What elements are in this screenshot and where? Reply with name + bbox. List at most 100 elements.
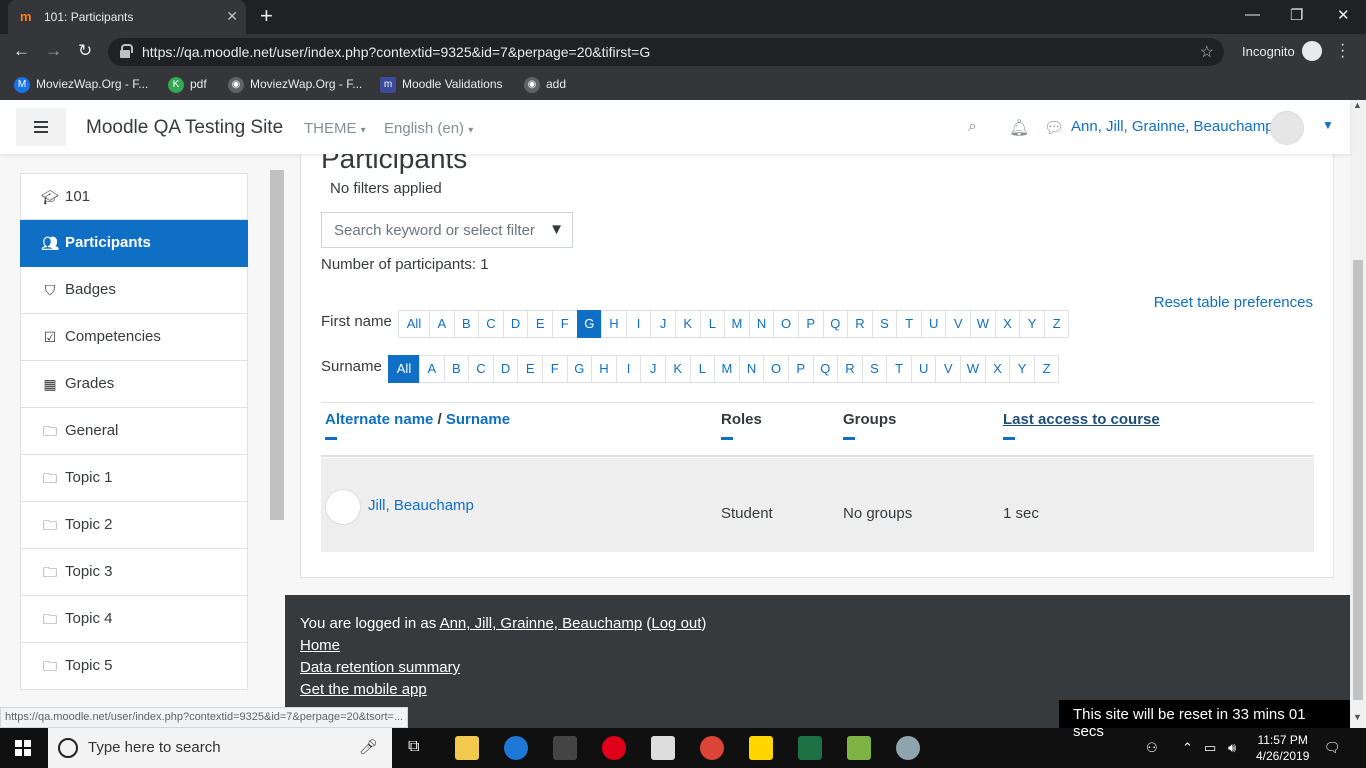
mobile-app-link[interactable]: Get the mobile app xyxy=(300,681,427,698)
search-icon[interactable]: ⌕ xyxy=(968,118,977,136)
drawer-toggle-button[interactable] xyxy=(16,108,66,146)
home-link[interactable]: Home xyxy=(300,637,340,654)
first-name-initial-v[interactable]: V xyxy=(945,310,972,338)
surname-initial-t[interactable]: T xyxy=(886,355,912,383)
theme-menu[interactable]: THEME ▾ xyxy=(304,120,366,137)
chart-app-icon[interactable] xyxy=(847,736,871,760)
new-tab-icon[interactable]: + xyxy=(260,5,273,27)
battery-icon[interactable]: ▭ xyxy=(1204,740,1216,756)
user-menu-caret-icon[interactable]: ▼ xyxy=(1322,118,1334,132)
filter-search-input[interactable]: Search keyword or select filter ▼ xyxy=(321,212,573,248)
drawer-item-participants[interactable]: 👥︎ Participants xyxy=(20,220,248,267)
first-name-initial-j[interactable]: J xyxy=(650,310,676,338)
bell-icon[interactable]: 🔔︎ xyxy=(1009,118,1029,138)
page-scrollbar[interactable]: ▲ ▼ xyxy=(1350,100,1366,728)
drawer-item-course[interactable]: 🎓︎ 101 xyxy=(20,173,248,220)
bookmark-item[interactable]: M MoviezWap.Org - F... xyxy=(14,77,148,93)
collapse-column-icon[interactable] xyxy=(843,437,855,440)
collapse-column-icon[interactable] xyxy=(1003,437,1015,440)
surname-initial-b[interactable]: B xyxy=(443,355,470,383)
surname-initial-i[interactable]: I xyxy=(615,355,642,383)
avatar[interactable] xyxy=(1270,111,1304,145)
first-name-initial-p[interactable]: P xyxy=(797,310,824,338)
surname-initial-u[interactable]: U xyxy=(910,355,937,383)
browser-menu-icon[interactable]: · · · xyxy=(1340,37,1345,65)
first-name-initial-e[interactable]: E xyxy=(527,310,553,338)
drawer-item-grades[interactable]: ▦ Grades xyxy=(20,361,248,408)
first-name-initial-a[interactable]: A xyxy=(429,310,455,338)
people-icon[interactable]: ⚇ xyxy=(1146,740,1158,756)
windows-start-icon[interactable] xyxy=(15,740,31,756)
mail-icon[interactable] xyxy=(651,736,675,760)
first-name-initial-g[interactable]: G xyxy=(576,310,603,338)
first-name-initial-z[interactable]: Z xyxy=(1043,310,1070,338)
store-icon[interactable] xyxy=(553,736,577,760)
edge-icon[interactable] xyxy=(504,736,528,760)
language-menu[interactable]: English (en) ▾ xyxy=(384,120,473,137)
first-name-initial-t[interactable]: T xyxy=(896,310,922,338)
forward-icon[interactable]: → xyxy=(45,41,62,61)
collapse-column-icon[interactable] xyxy=(721,437,733,440)
surname-initial-v[interactable]: V xyxy=(935,355,962,383)
surname-initial-m[interactable]: M xyxy=(714,355,740,383)
surname-initial-w[interactable]: W xyxy=(960,355,986,383)
dropdown-arrow-icon[interactable]: ▼ xyxy=(549,221,564,238)
excel-icon[interactable] xyxy=(798,736,822,760)
minimize-icon[interactable]: — xyxy=(1245,6,1260,23)
sticky-notes-icon[interactable] xyxy=(749,736,773,760)
surname-initial-y[interactable]: Y xyxy=(1009,355,1035,383)
drawer-item-badges[interactable]: ⛉ Badges xyxy=(20,267,248,314)
taskbar-clock[interactable]: 11:57 PM 4/26/2019 xyxy=(1256,732,1309,764)
surname-initial-f[interactable]: F xyxy=(541,355,568,383)
bookmark-star-icon[interactable]: ☆ xyxy=(1200,42,1214,62)
bookmark-item[interactable]: Kpdf xyxy=(168,77,207,93)
scroll-up-icon[interactable]: ▲ xyxy=(1353,100,1362,110)
first-name-initial-l[interactable]: L xyxy=(699,310,726,338)
surname-initial-n[interactable]: N xyxy=(738,355,765,383)
participant-name-link[interactable]: Jill, Beauchamp xyxy=(368,497,474,514)
surname-initial-q[interactable]: Q xyxy=(812,355,839,383)
tray-chevron-icon[interactable]: ⌃ xyxy=(1182,740,1193,756)
first-name-initial-c[interactable]: C xyxy=(478,310,504,338)
surname-initial-a[interactable]: A xyxy=(419,355,445,383)
collapse-column-icon[interactable] xyxy=(325,437,337,440)
surname-initial-all[interactable]: All xyxy=(388,355,420,383)
avatar[interactable] xyxy=(325,489,361,525)
notifications-icon[interactable]: 🗨︎ xyxy=(1324,740,1341,756)
taskbar-search-input[interactable]: Type here to search 🎤︎ xyxy=(48,728,392,768)
surname-initial-c[interactable]: C xyxy=(468,355,494,383)
bookmark-item[interactable]: ◉ add xyxy=(524,77,566,93)
reload-icon[interactable]: ↻ xyxy=(78,41,92,61)
scroll-down-icon[interactable]: ▼ xyxy=(1353,712,1362,722)
surname-initial-s[interactable]: S xyxy=(861,355,888,383)
chrome-icon[interactable] xyxy=(700,736,724,760)
surname-initial-l[interactable]: L xyxy=(689,355,716,383)
drawer-item-topic-5[interactable]: 🗀︎ Topic 5 xyxy=(20,643,248,690)
first-name-initial-all[interactable]: All xyxy=(398,310,430,338)
first-name-initial-d[interactable]: D xyxy=(502,310,529,338)
drawer-item-topic-3[interactable]: 🗀︎ Topic 3 xyxy=(20,549,248,596)
first-name-initial-f[interactable]: F xyxy=(551,310,578,338)
back-icon[interactable]: ← xyxy=(13,41,30,61)
first-name-initial-q[interactable]: Q xyxy=(822,310,849,338)
surname-initial-o[interactable]: O xyxy=(763,355,789,383)
site-name[interactable]: Moodle QA Testing Site xyxy=(86,117,283,139)
browser-tab[interactable]: m 101: Participants ✕ xyxy=(8,0,246,34)
restore-icon[interactable]: ❐ xyxy=(1290,6,1303,24)
surname-initial-x[interactable]: X xyxy=(984,355,1011,383)
first-name-initial-k[interactable]: K xyxy=(674,310,701,338)
first-name-initial-x[interactable]: X xyxy=(994,310,1021,338)
sort-surname-link[interactable]: Surname xyxy=(446,411,510,428)
data-retention-link[interactable]: Data retention summary xyxy=(300,659,460,676)
window-close-icon[interactable]: ✕ xyxy=(1337,6,1350,24)
first-name-initial-u[interactable]: U xyxy=(920,310,947,338)
scrollbar-thumb[interactable] xyxy=(1353,260,1363,700)
chat-icon[interactable]: 💬︎ xyxy=(1044,118,1064,138)
surname-initial-h[interactable]: H xyxy=(591,355,617,383)
first-name-initial-b[interactable]: B xyxy=(453,310,480,338)
microphone-icon[interactable]: 🎤︎ xyxy=(359,738,378,756)
surname-initial-p[interactable]: P xyxy=(787,355,814,383)
task-view-icon[interactable]: ⧉ xyxy=(408,738,419,756)
user-menu-name[interactable]: Ann, Jill, Grainne, Beauchamp xyxy=(1071,118,1274,135)
first-name-initial-m[interactable]: M xyxy=(724,310,750,338)
